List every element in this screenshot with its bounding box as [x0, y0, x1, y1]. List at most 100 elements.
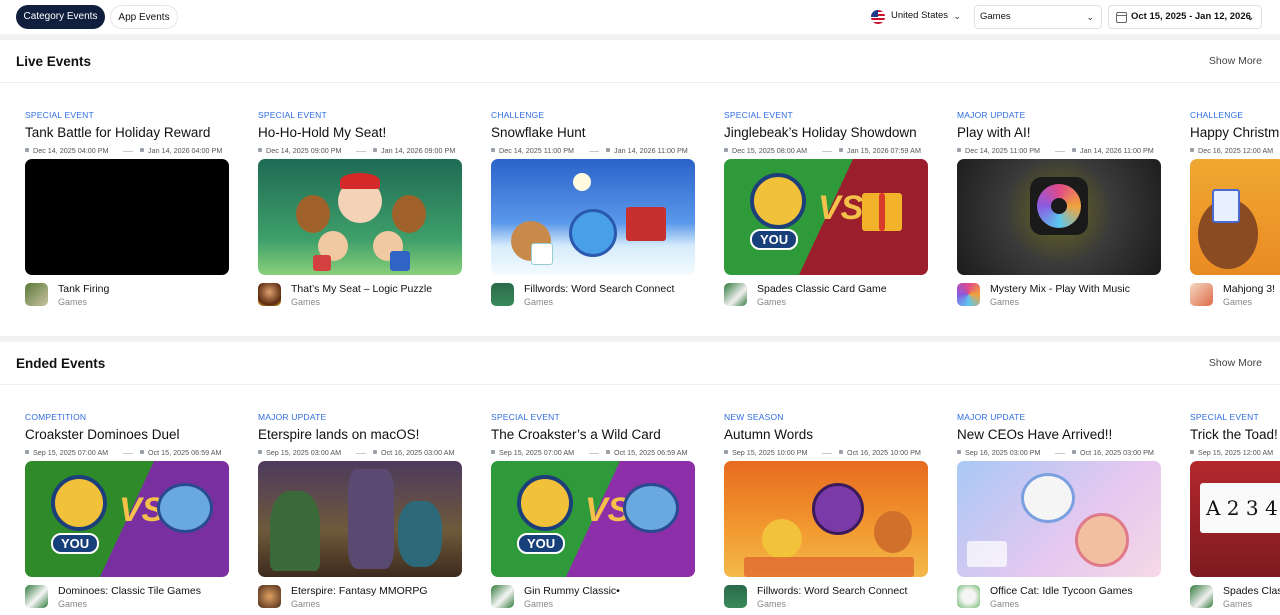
event-image[interactable] [957, 461, 1161, 577]
event-card[interactable]: SPECIAL EVENT Ho-Ho-Hold My Seat! Dec 14… [258, 110, 463, 313]
end-dot-icon [140, 450, 144, 454]
start-dot-icon [724, 450, 728, 454]
end-date: Oct 16, 2025 03:00 PM [1080, 448, 1154, 457]
app-info[interactable]: Spades Clas Games [1190, 585, 1280, 615]
app-info[interactable]: Fillwords: Word Search Connect Games [491, 283, 696, 313]
event-image[interactable] [957, 159, 1161, 275]
app-info[interactable]: That’s My Seat – Logic Puzzle Games [258, 283, 463, 313]
date-separator [1055, 151, 1065, 152]
app-info[interactable]: Tank Firing Games [25, 283, 230, 313]
app-name: Gin Rummy Classic• [524, 585, 620, 597]
start-dot-icon [25, 450, 29, 454]
chevron-down-icon: ⌄ [953, 11, 961, 21]
calendar-icon [1116, 12, 1127, 23]
chevron-down-icon: ⌄ [1246, 12, 1254, 22]
app-info[interactable]: Spades Classic Card Game Games [724, 283, 929, 313]
event-card[interactable]: MAJOR UPDATE New CEOs Have Arrived!! Sep… [957, 412, 1162, 615]
vs-label: VS [818, 189, 864, 227]
app-name: Fillwords: Word Search Connect [524, 283, 675, 295]
app-info[interactable]: Mystery Mix - Play With Music Games [957, 283, 1162, 313]
disc-center [1051, 198, 1067, 214]
purple-character [812, 483, 864, 535]
start-date: Dec 14, 2025 11:00 PM [499, 146, 574, 155]
start-date: Sep 15, 2025 10:00 PM [732, 448, 808, 457]
event-type: CHALLENGE [491, 110, 545, 120]
event-card[interactable]: SPECIAL EVENT Tank Battle for Holiday Re… [25, 110, 230, 313]
app-category: Games [757, 599, 787, 609]
fillwords-app-icon [724, 585, 747, 608]
event-card[interactable]: CHALLENGE Happy Christm Dec 16, 2025 12:… [1190, 110, 1280, 313]
event-image[interactable]: YOU VS [491, 461, 695, 577]
cat-ceo-figure [1075, 513, 1129, 567]
end-dot-icon [373, 450, 377, 454]
event-image[interactable] [724, 461, 928, 577]
app-category: Games [58, 599, 88, 609]
event-dates: Dec 14, 2025 11:00 PM Jan 14, 2026 11:00… [491, 145, 696, 157]
reindeer-figure [392, 195, 426, 233]
date-separator [822, 151, 832, 152]
date-range-select[interactable]: Oct 15, 2025 - Jan 12, 2026 ⌄ [1108, 5, 1262, 29]
event-card[interactable]: SPECIAL EVENT Trick the Toad! Sep 15, 20… [1190, 412, 1280, 615]
app-name: Eterspire: Fantasy MMORPG [291, 585, 428, 597]
event-dates: Sep 15, 2025 07:00 AM Oct 15, 2025 06:59… [25, 447, 230, 459]
event-image[interactable] [258, 461, 462, 577]
gift-box [390, 251, 410, 271]
event-image[interactable] [1190, 159, 1280, 275]
app-info[interactable]: Fillwords: Word Search Connect Games [724, 585, 929, 615]
app-category: Games [757, 297, 787, 307]
start-dot-icon [491, 148, 495, 152]
start-date: Sep 15, 2025 03:00 AM [266, 448, 342, 457]
event-image[interactable]: A 2 3 4 [1190, 461, 1280, 577]
event-card[interactable]: MAJOR UPDATE Eterspire lands on macOS! S… [258, 412, 463, 615]
player-avatar [750, 173, 806, 229]
start-dot-icon [25, 148, 29, 152]
date-separator [589, 453, 599, 454]
app-info[interactable]: Mahjong 3! Games [1190, 283, 1280, 313]
event-image[interactable] [491, 159, 695, 275]
app-info[interactable]: Dominoes: Classic Tile Games Games [25, 585, 230, 615]
event-image[interactable] [258, 159, 462, 275]
frog-opponent [157, 483, 213, 533]
app-info[interactable]: Eterspire: Fantasy MMORPG Games [258, 585, 463, 615]
event-type: SPECIAL EVENT [724, 110, 793, 120]
paper-stack [967, 541, 1007, 567]
start-dot-icon [258, 450, 262, 454]
event-dates: Dec 14, 2025 09:00 PM Jan 14, 2026 09:00… [258, 145, 463, 157]
event-dates: Sep 15, 2025 12:00 AM [1190, 447, 1280, 459]
app-info[interactable]: Gin Rummy Classic• Games [491, 585, 696, 615]
app-category: Games [524, 297, 554, 307]
witch-figure [270, 491, 320, 571]
category-select[interactable]: Games ⌄ [974, 5, 1102, 29]
show-more-link[interactable]: Show More [1209, 55, 1262, 67]
end-dot-icon [839, 450, 843, 454]
event-dates: Dec 14, 2025 11:00 PM Jan 14, 2026 11:00… [957, 145, 1162, 157]
event-card[interactable]: NEW SEASON Autumn Words Sep 15, 2025 10:… [724, 412, 929, 615]
event-card[interactable]: COMPETITION Croakster Dominoes Duel Sep … [25, 412, 230, 615]
event-type: SPECIAL EVENT [258, 110, 327, 120]
event-title: The Croakster’s a Wild Card [491, 427, 661, 442]
event-type: MAJOR UPDATE [258, 412, 327, 422]
event-dates: Sep 15, 2025 07:00 AM Oct 15, 2025 06:59… [491, 447, 696, 459]
app-category: Games [990, 297, 1020, 307]
app-category: Games [524, 599, 554, 609]
event-image[interactable]: YOU VS [25, 461, 229, 577]
end-date: Oct 15, 2025 06:59 AM [148, 448, 222, 457]
picnic-cloth [744, 557, 914, 577]
country-select[interactable]: United States ⌄ [866, 5, 968, 29]
show-more-link[interactable]: Show More [1209, 357, 1262, 369]
end-dot-icon [1072, 450, 1076, 454]
event-image[interactable]: YOU VS [724, 159, 928, 275]
event-card[interactable]: SPECIAL EVENT Jinglebeak’s Holiday Showd… [724, 110, 929, 313]
event-image[interactable] [25, 159, 229, 275]
office-cat-app-icon [957, 585, 980, 608]
start-dot-icon [1190, 450, 1194, 454]
tab-app-events[interactable]: App Events [110, 5, 178, 29]
app-category: Games [990, 599, 1020, 609]
event-card[interactable]: MAJOR UPDATE Play with AI! Dec 14, 2025 … [957, 110, 1162, 313]
us-flag-icon [871, 10, 885, 24]
app-info[interactable]: Office Cat: Idle Tycoon Games Games [957, 585, 1162, 615]
event-title: Tank Battle for Holiday Reward [25, 125, 211, 140]
tab-category-events[interactable]: Category Events [16, 5, 105, 29]
event-card[interactable]: CHALLENGE Snowflake Hunt Dec 14, 2025 11… [491, 110, 696, 313]
event-card[interactable]: SPECIAL EVENT The Croakster’s a Wild Car… [491, 412, 696, 615]
